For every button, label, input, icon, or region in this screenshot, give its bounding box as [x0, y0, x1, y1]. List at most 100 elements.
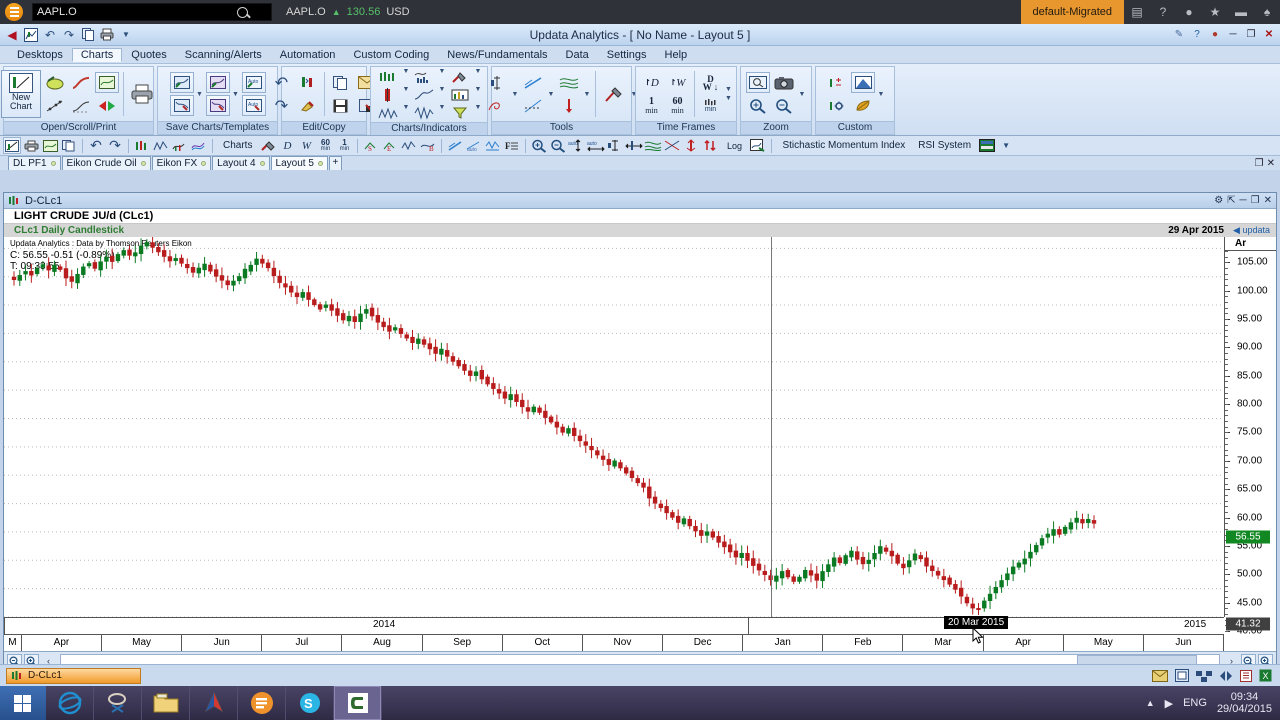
- scroll-scatter-icon[interactable]: [43, 95, 67, 116]
- print-chart-icon[interactable]: [128, 80, 156, 108]
- custom-leaf-icon[interactable]: [851, 95, 875, 116]
- trendline-icon[interactable]: [446, 137, 464, 154]
- copy-icon[interactable]: [80, 27, 96, 43]
- windows-start-icon[interactable]: [0, 686, 46, 720]
- timeframe-weekly-button[interactable]: ↾ W: [666, 72, 690, 93]
- search-field[interactable]: [37, 6, 237, 18]
- save-template-dropdown-icon[interactable]: ▼: [232, 91, 240, 98]
- tools-icon[interactable]: [259, 137, 277, 154]
- eikon-logo-icon[interactable]: [2, 2, 26, 22]
- histogram-indicator-icon[interactable]: [412, 68, 436, 85]
- timeframe-multi-min-button[interactable]: min: [699, 95, 723, 116]
- popout-icon[interactable]: ⇱: [1227, 195, 1235, 206]
- undo-icon[interactable]: ↶: [87, 137, 105, 154]
- invert-scale-icon[interactable]: [701, 137, 719, 154]
- internet-explorer-icon[interactable]: [46, 686, 94, 720]
- minimize-button[interactable]: ─: [1225, 27, 1241, 42]
- camtasia-icon[interactable]: [334, 686, 382, 720]
- restore-button[interactable]: ❐: [1243, 27, 1259, 42]
- close-icon[interactable]: ✕: [1267, 158, 1275, 169]
- layout-icon[interactable]: ▤: [1124, 0, 1150, 24]
- menu-item-settings[interactable]: Settings: [598, 48, 656, 62]
- tab-layout-4[interactable]: Layout 4: [212, 156, 270, 170]
- auto-open-icon[interactable]: Auto: [241, 72, 266, 93]
- file-explorer-icon[interactable]: [142, 686, 190, 720]
- start-marker-icon[interactable]: S: [362, 137, 380, 154]
- tab-eikon-crude-oil[interactable]: Eikon Crude Oil: [61, 156, 151, 170]
- back-arrow-icon[interactable]: ◀: [4, 27, 20, 43]
- add-tab-button[interactable]: +: [328, 156, 342, 170]
- tab-layout-5[interactable]: Layout 5: [270, 156, 328, 170]
- scale-range-icon[interactable]: [606, 137, 624, 154]
- menu-item-custom-coding[interactable]: Custom Coding: [344, 48, 438, 62]
- restore-icon[interactable]: ❐: [1251, 195, 1260, 206]
- skype-icon[interactable]: S: [286, 686, 334, 720]
- measure-tool-icon[interactable]: [485, 72, 509, 93]
- save-icon[interactable]: [329, 95, 353, 116]
- scroll-curve-icon[interactable]: [69, 72, 93, 93]
- status-badge[interactable]: default-Migrated: [1020, 0, 1124, 24]
- fibonacci-icon[interactable]: F: [503, 137, 521, 154]
- open-template-icon[interactable]: [205, 72, 230, 93]
- taskbar-chart-button[interactable]: D-CLc1: [6, 667, 141, 684]
- gear-icon[interactable]: ⚙: [1214, 195, 1223, 206]
- timeframe-daily-button[interactable]: ↾ D: [640, 72, 664, 93]
- clipboard-icon[interactable]: [1240, 669, 1252, 682]
- menu-item-quotes[interactable]: Quotes: [122, 48, 175, 62]
- print-icon[interactable]: [22, 137, 40, 154]
- custom-settings-icon[interactable]: [825, 95, 849, 116]
- end-marker-icon[interactable]: E: [381, 137, 399, 154]
- timeframe-day-week-button[interactable]: DW ↓: [699, 72, 723, 93]
- briefcase-icon[interactable]: ▬: [1228, 0, 1254, 24]
- smooth-curve-icon[interactable]: [69, 95, 93, 116]
- multi-indicator-icon[interactable]: [190, 137, 208, 154]
- menu-item-scanning-alerts[interactable]: Scanning/Alerts: [176, 48, 271, 62]
- undo-icon[interactable]: ↶: [270, 72, 294, 93]
- chart-window-icon[interactable]: [95, 72, 119, 93]
- menu-item-help[interactable]: Help: [656, 48, 697, 62]
- snapshot-icon[interactable]: [772, 72, 796, 93]
- bands-overlay-icon[interactable]: [644, 137, 662, 154]
- menu-item-automation[interactable]: Automation: [271, 48, 345, 62]
- eikon-icon[interactable]: [238, 686, 286, 720]
- copy-icon[interactable]: [60, 137, 78, 154]
- menu-item-desktops[interactable]: Desktops: [8, 48, 72, 62]
- undo-icon[interactable]: ↶: [42, 27, 58, 43]
- channel-icon[interactable]: [484, 137, 502, 154]
- bar-dropdown-icon[interactable]: ▼: [402, 86, 410, 103]
- close-icon[interactable]: ✕: [1264, 195, 1272, 206]
- redo-icon[interactable]: ↷: [270, 95, 294, 116]
- restore-icon[interactable]: ❐: [1255, 158, 1264, 169]
- bands-dropdown-icon[interactable]: ▼: [583, 91, 591, 98]
- chart-window-icon[interactable]: [41, 137, 59, 154]
- chat-icon[interactable]: ●: [1176, 0, 1202, 24]
- bar-chart-icon[interactable]: [376, 86, 400, 103]
- price-plot[interactable]: Updata Analytics : Data by Thomson Reute…: [4, 237, 1224, 617]
- scroll-left-icon[interactable]: [43, 72, 67, 93]
- star-icon[interactable]: ★: [1202, 0, 1228, 24]
- network-icon[interactable]: [1196, 670, 1212, 682]
- help-icon[interactable]: ?: [1150, 0, 1176, 24]
- snipping-tool-icon[interactable]: [94, 686, 142, 720]
- media-icon[interactable]: ▶: [1165, 697, 1173, 710]
- custom-layout-icon[interactable]: [851, 72, 875, 93]
- clock[interactable]: 09:34 29/04/2015: [1217, 691, 1272, 715]
- excel-icon[interactable]: X: [1259, 669, 1272, 682]
- charts-label[interactable]: Charts: [217, 140, 258, 151]
- redo-icon[interactable]: ↷: [61, 27, 77, 43]
- day-week-dropdown-icon[interactable]: ▼: [725, 86, 733, 93]
- redo-icon[interactable]: ↷: [106, 137, 124, 154]
- scroll-both-icon[interactable]: [95, 95, 119, 116]
- minimize-icon[interactable]: ─: [1240, 195, 1247, 206]
- oscillator-dropdown-icon[interactable]: ▼: [438, 104, 446, 121]
- auto-scale-vertical-icon[interactable]: auto: [568, 137, 586, 154]
- save-template-icon[interactable]: [205, 95, 230, 116]
- candlestick-chart-icon[interactable]: [376, 68, 400, 85]
- measure-dropdown-icon[interactable]: ▼: [511, 91, 519, 98]
- bands-tool-icon[interactable]: [557, 72, 581, 93]
- timeframe-60min-button[interactable]: 60 min: [666, 95, 690, 116]
- swap-series-icon[interactable]: [296, 72, 320, 93]
- zoom-region-icon[interactable]: [746, 72, 770, 93]
- date-axis[interactable]: 2014 2015 M Apr May Jun Jul Aug Sep Oct Nov Dec Jan…: [4, 617, 1224, 651]
- custom-add-icon[interactable]: [825, 72, 849, 93]
